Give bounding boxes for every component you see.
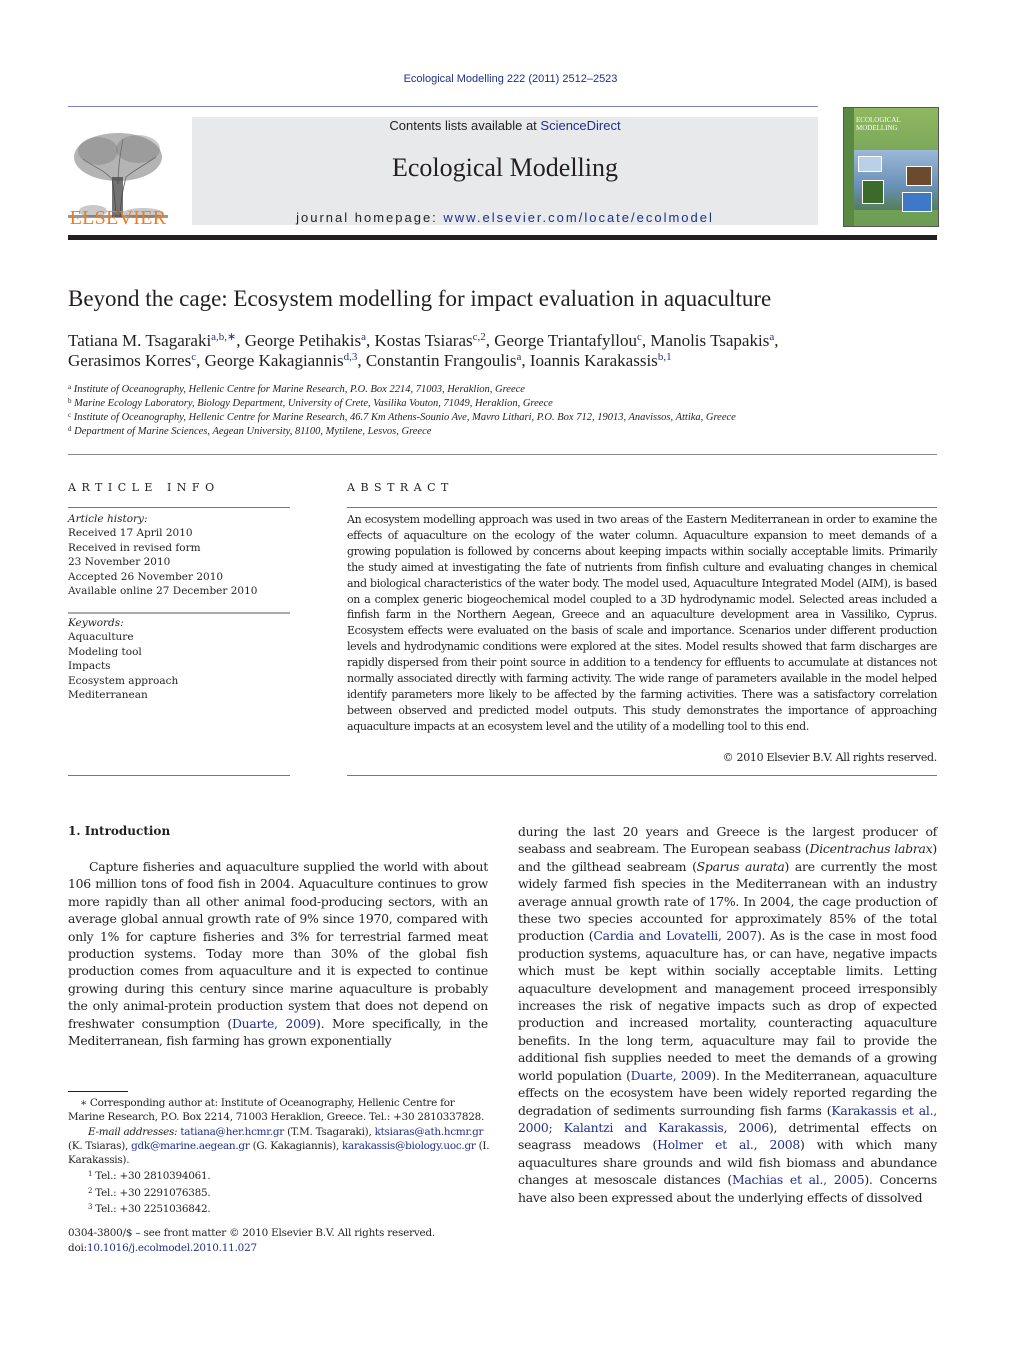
- doi-line: doi:10.1016/j.ecolmodel.2010.11.027: [68, 1242, 257, 1255]
- affiliation-d: d Department of Marine Sciences, Aegean …: [68, 425, 432, 437]
- issn-line: 0304-3800/$ – see front matter © 2010 El…: [68, 1227, 436, 1239]
- citation-link[interactable]: Machias et al., 2005: [732, 1172, 865, 1187]
- cover-photo: [902, 192, 932, 212]
- elsevier-wordmark[interactable]: ELSEVIER: [68, 207, 168, 230]
- paper-title: Beyond the cage: Ecosystem modelling for…: [68, 286, 772, 311]
- email-link[interactable]: ktsiaras@ath.hcmr.gr: [375, 1126, 484, 1138]
- footnote-3: 3 Tel.: +30 2251036842.: [88, 1203, 211, 1216]
- affiliation-rule: [68, 454, 937, 455]
- affiliation-b: b Marine Ecology Laboratory, Biology Dep…: [68, 397, 553, 409]
- author-affiliation-marker[interactable]: a,b,∗: [211, 331, 236, 343]
- sciencedirect-link[interactable]: ScienceDirect: [540, 118, 620, 133]
- footnote-1: 1 Tel.: +30 2810394061.: [88, 1170, 211, 1183]
- author-separator: ,: [521, 351, 530, 370]
- author-name[interactable]: George Petihakis: [245, 331, 361, 350]
- divider: [68, 612, 290, 614]
- paragraph: during the last 20 years and Greece is t…: [518, 824, 938, 1205]
- journal-citation-link[interactable]: Ecological Modelling 222 (2011) 2512–252…: [0, 73, 1021, 85]
- journal-homepage-link[interactable]: www.elsevier.com/locate/ecolmodel: [443, 210, 713, 225]
- footnotes: ∗ Corresponding author at: Institute of …: [68, 1096, 493, 1216]
- cover-photo: [906, 166, 932, 186]
- keywords: Keywords: Aquaculture Modeling tool Impa…: [68, 616, 290, 702]
- citation-link[interactable]: Cardia and Lovatelli, 2007: [593, 928, 757, 943]
- abstract-copyright: © 2010 Elsevier B.V. All rights reserved…: [722, 751, 938, 764]
- author-affiliation-marker[interactable]: d,3: [344, 351, 358, 363]
- body-column-right: during the last 20 years and Greece is t…: [518, 823, 937, 1206]
- footnote-2: 2 Tel.: +30 2291076385.: [88, 1186, 211, 1199]
- affiliation-c: c Institute of Oceanography, Hellenic Ce…: [68, 411, 736, 423]
- journal-cover-image[interactable]: ECOLOGICAL MODELLING: [843, 107, 939, 227]
- article-info-heading: ARTICLE INFO: [68, 481, 220, 494]
- author-name[interactable]: George Triantafyllou: [494, 331, 637, 350]
- author-separator: ,: [236, 331, 245, 350]
- author-affiliation-marker[interactable]: b,1: [658, 351, 672, 363]
- cover-title: ECOLOGICAL MODELLING: [856, 116, 901, 132]
- author-affiliation-marker[interactable]: c,2: [473, 331, 486, 343]
- history-item: Available online 27 December 2010: [68, 585, 258, 598]
- corresponding-author-note: ∗ Corresponding author at: Institute of …: [68, 1097, 485, 1124]
- homepage-prefix: journal homepage:: [296, 210, 444, 225]
- contents-prefix: Contents lists available at: [389, 118, 541, 133]
- keyword-item: Aquaculture: [68, 631, 134, 644]
- authors-line-1: Tatiana M. Tsagarakia,b,∗, George Petiha…: [68, 330, 778, 351]
- history-item: Received 17 April 2010: [68, 527, 193, 540]
- divider: [347, 507, 937, 508]
- keywords-label: Keywords:: [68, 617, 124, 629]
- species-name: Sparus aurata: [696, 858, 785, 874]
- species-name: Dicentrachus labrax: [809, 841, 933, 857]
- email-link[interactable]: tatiana@her.hcmr.gr: [180, 1126, 284, 1138]
- footnote-rule: [68, 1091, 128, 1092]
- email-link[interactable]: gdk@marine.aegean.gr: [131, 1140, 250, 1152]
- keyword-item: Impacts: [68, 660, 111, 673]
- author-name[interactable]: Kostas Tsiaras: [374, 331, 472, 350]
- body-column-left: Capture fisheries and aquaculture suppli…: [68, 858, 488, 1049]
- cover-photo: [858, 156, 882, 172]
- affiliation-a: a Institute of Oceanography, Hellenic Ce…: [68, 383, 525, 395]
- authors-line-2: Gerasimos Korresc, George Kakagiannisd,3…: [68, 351, 672, 371]
- divider: [347, 775, 937, 776]
- author-name[interactable]: Ioannis Karakassis: [530, 351, 658, 370]
- header-heavy-rule: [68, 235, 937, 240]
- history-item: 23 November 2010: [68, 556, 171, 569]
- author-name[interactable]: George Kakagiannis: [205, 351, 344, 370]
- article-history: Article history: Received 17 April 2010 …: [68, 512, 290, 598]
- journal-title[interactable]: Ecological Modelling: [192, 153, 818, 183]
- email-addresses: E-mail addresses: tatiana@her.hcmr.gr (T…: [68, 1125, 490, 1167]
- author-name[interactable]: Constantin Frangoulis: [366, 351, 517, 370]
- doi-link[interactable]: 10.1016/j.ecolmodel.2010.11.027: [87, 1242, 257, 1254]
- email-link[interactable]: karakassis@biology.uoc.gr: [342, 1140, 476, 1152]
- contents-line: Contents lists available at ScienceDirec…: [192, 118, 818, 133]
- issn-doi-block: 0304-3800/$ – see front matter © 2010 El…: [68, 1226, 435, 1257]
- author-name[interactable]: Gerasimos Korres: [68, 351, 191, 370]
- author-separator: ,: [485, 331, 495, 350]
- history-label: Article history:: [68, 513, 148, 525]
- keyword-item: Mediterranean: [68, 689, 148, 702]
- citation-link[interactable]: Duarte, 2009: [631, 1068, 712, 1083]
- history-item: Received in revised form: [68, 541, 201, 554]
- abstract-text: An ecosystem modelling approach was used…: [347, 513, 937, 733]
- section-heading-introduction: 1. Introduction: [68, 824, 171, 838]
- cover-photo: [862, 180, 884, 204]
- author-separator: ,: [357, 351, 366, 370]
- header-top-rule: [68, 106, 818, 107]
- author-separator: ,: [196, 351, 205, 370]
- keyword-item: Ecosystem approach: [68, 674, 179, 687]
- citation-link[interactable]: Holmer et al., 2008: [657, 1137, 800, 1152]
- divider: [68, 775, 290, 776]
- abstract-heading: ABSTRACT: [347, 481, 454, 494]
- divider: [68, 507, 290, 508]
- cover-spine: [844, 108, 854, 226]
- author-separator: ,: [774, 331, 779, 350]
- history-item: Accepted 26 November 2010: [68, 570, 224, 583]
- author-name[interactable]: Manolis Tsapakis: [650, 331, 769, 350]
- keyword-item: Modeling tool: [68, 645, 142, 658]
- author-name[interactable]: Tatiana M. Tsagaraki: [68, 331, 211, 350]
- homepage-line: journal homepage: www.elsevier.com/locat…: [192, 210, 818, 225]
- citation-link[interactable]: Duarte, 2009: [232, 1016, 316, 1031]
- paragraph: Capture fisheries and aquaculture suppli…: [68, 859, 488, 1049]
